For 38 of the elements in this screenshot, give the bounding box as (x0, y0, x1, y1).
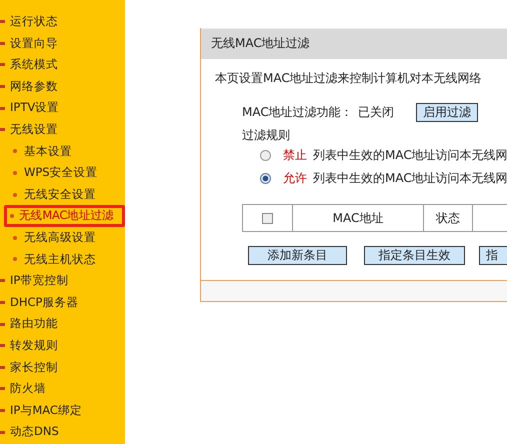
description-text: 本页设置MAC地址过滤来控制计算机对本无线网络 (215, 70, 483, 87)
radio-button[interactable] (260, 173, 271, 184)
radio-button[interactable] (260, 150, 271, 161)
submenu-item[interactable]: 无线安全设置 (0, 184, 125, 206)
menu-item[interactable]: IP与MAC绑定 (0, 400, 125, 422)
column-header: 状态 (424, 205, 473, 231)
menu-item[interactable]: 动态DNS (0, 421, 125, 443)
enable-filter-button[interactable]: 启用过滤 (416, 103, 478, 122)
menu-item[interactable]: 防火墙 (0, 378, 125, 400)
menu-item[interactable]: IP带宽控制 (0, 270, 125, 292)
rule-text: 列表中生效的MAC地址访问本无线网 (313, 170, 507, 187)
menu-item[interactable]: DHCP服务器 (0, 292, 125, 314)
filter-status: 已关闭 (358, 104, 395, 121)
submenu-item[interactable]: 基本设置 (0, 140, 125, 162)
action-button[interactable]: 指定条目生效 (364, 246, 465, 265)
menu-item[interactable]: 路由功能 (0, 313, 125, 335)
menu-item[interactable]: 无线设置 (0, 118, 125, 141)
submenu-item[interactable]: 无线主机状态 (0, 248, 125, 270)
menu-item[interactable]: 运行状态 (0, 11, 125, 33)
menu-item[interactable]: 网络参数 (0, 76, 125, 98)
action-button[interactable]: 指 (479, 246, 507, 265)
menu-item[interactable]: 家长控制 (0, 356, 125, 378)
panel-title: 无线MAC地址过滤 (201, 28, 507, 59)
menu-item[interactable]: 设置向导 (0, 32, 125, 54)
filter-label: MAC地址过滤功能： (242, 104, 354, 121)
menu-item[interactable]: 转发规则 (0, 334, 125, 356)
column-header: MAC地址 (293, 205, 424, 231)
submenu-item[interactable]: 无线MAC地址过滤 (4, 205, 125, 227)
submenu-item[interactable]: 无线高级设置 (0, 226, 125, 249)
rules-label: 过滤规则 (241, 127, 291, 144)
menu-item[interactable]: IPTV设置 (0, 97, 125, 119)
menu-item[interactable]: 系统模式 (0, 54, 125, 76)
action-button[interactable]: 添加新条目 (248, 246, 347, 265)
submenu-item[interactable]: WPS安全设置 (0, 162, 125, 184)
rule-text: 列表中生效的MAC地址访问本无线网 (313, 147, 507, 164)
rule-keyword: 允许 (283, 170, 307, 187)
rule-keyword: 禁止 (283, 147, 307, 164)
checkbox[interactable] (262, 212, 273, 224)
